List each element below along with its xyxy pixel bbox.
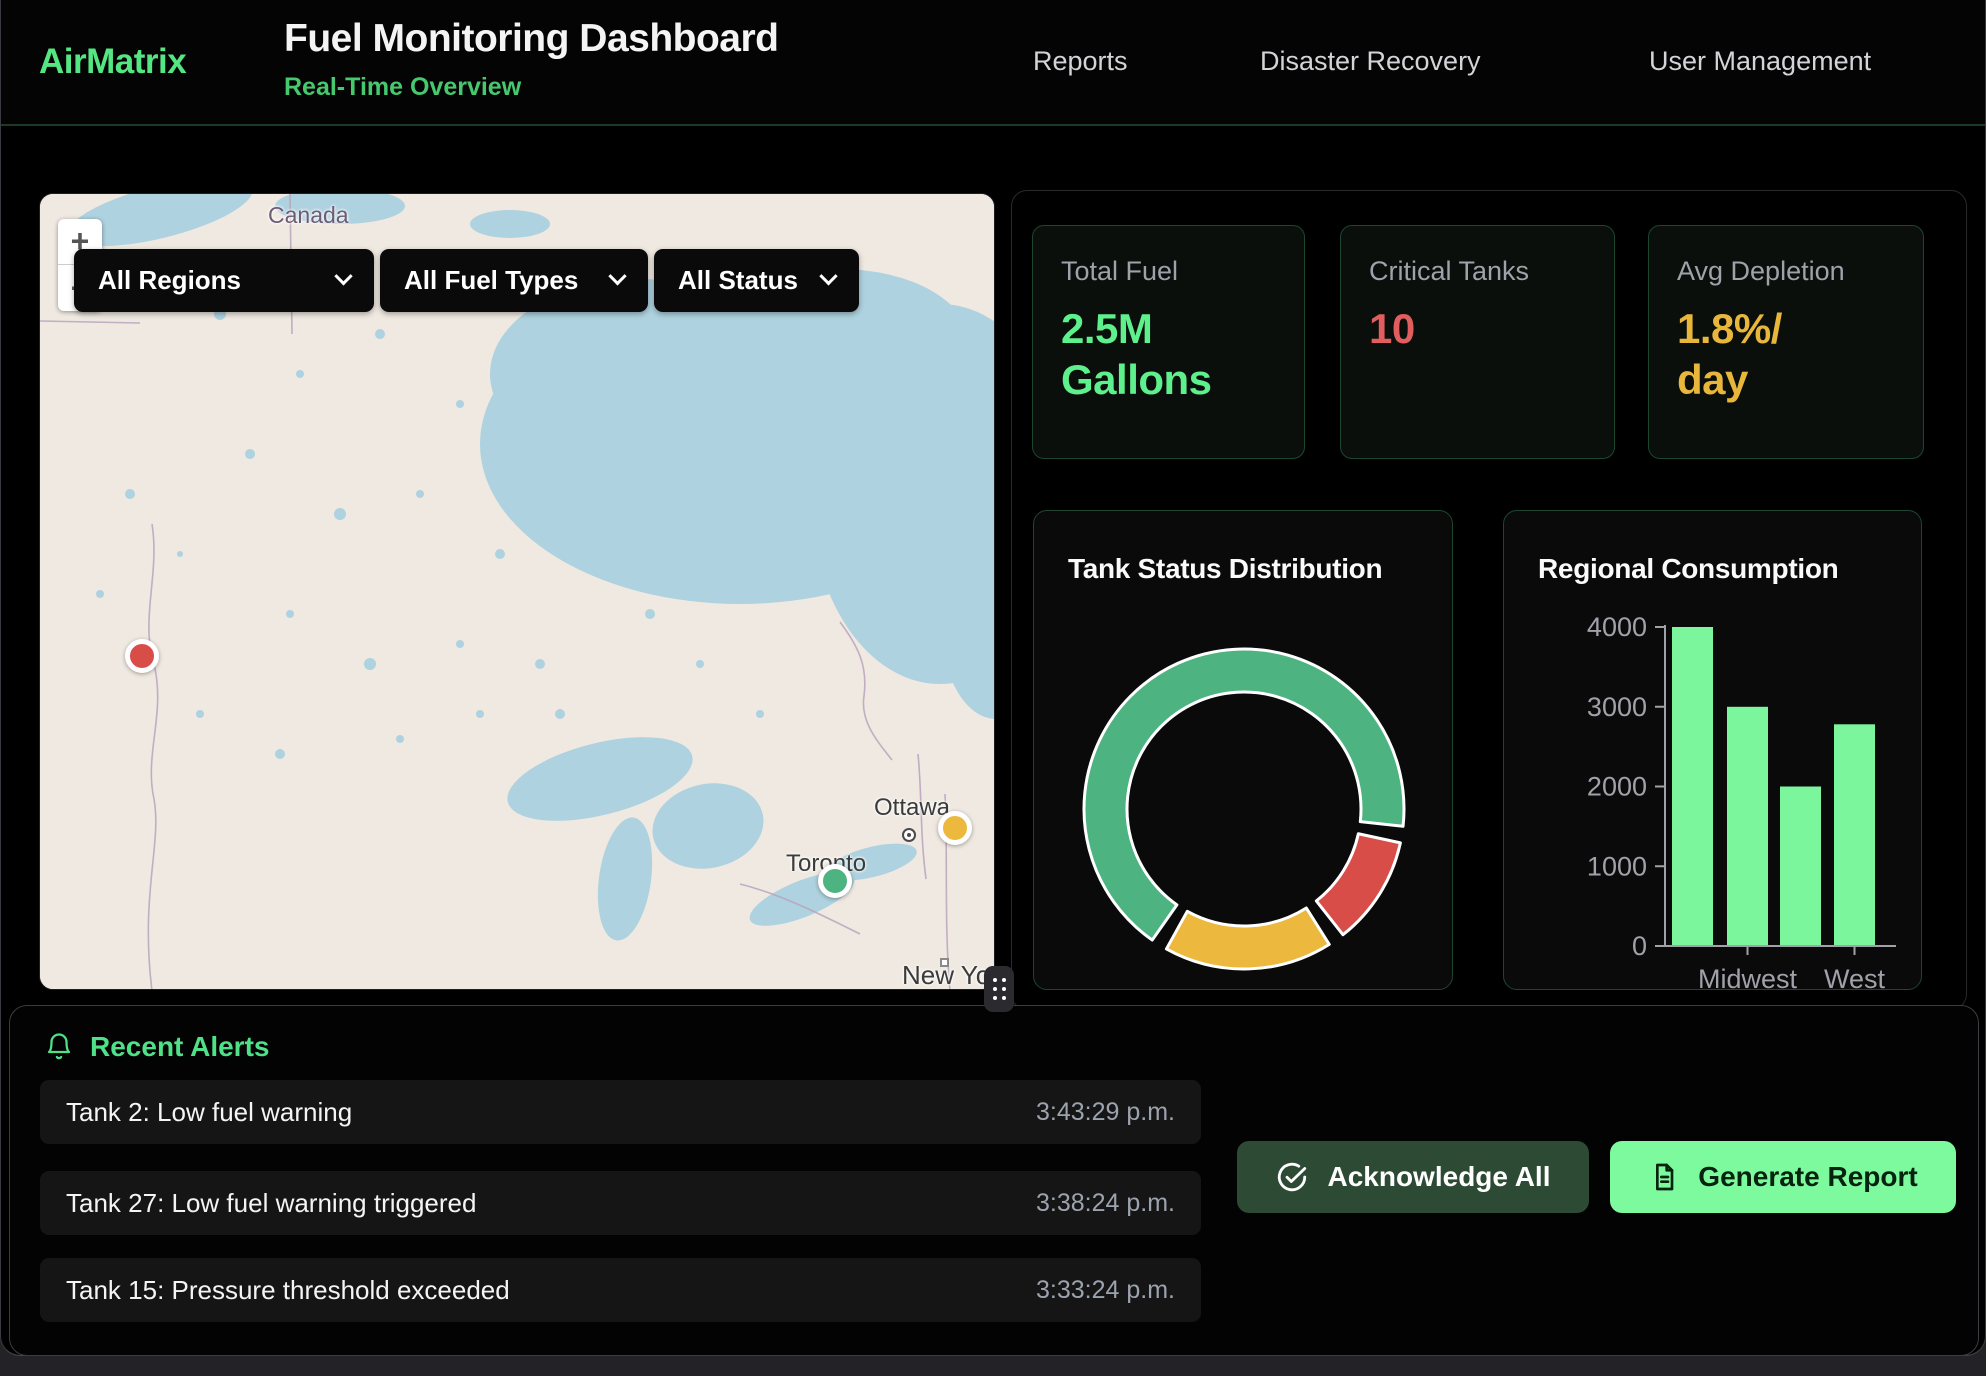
stat-value: 2.5M Gallons (1061, 303, 1276, 405)
tank-marker-critical[interactable] (125, 639, 159, 673)
bar-0 (1672, 627, 1713, 946)
tank-marker-normal[interactable] (818, 864, 852, 898)
chart-title: Tank Status Distribution (1068, 553, 1382, 585)
regions-filter-dropdown[interactable]: All Regions (74, 249, 374, 312)
alerts-header: Recent Alerts (44, 1031, 269, 1063)
alert-text: Tank 2: Low fuel warning (66, 1097, 352, 1128)
resize-grip-handle[interactable] (984, 966, 1014, 1012)
chevron-down-icon (608, 267, 626, 285)
svg-text:3000: 3000 (1587, 692, 1647, 722)
alerts-title: Recent Alerts (90, 1031, 269, 1063)
map-label-ottawa: Ottawa (874, 794, 950, 822)
stat-card-total-fuel: Total Fuel 2.5M Gallons (1032, 225, 1305, 459)
brand-logo: AirMatrix (39, 42, 186, 82)
svg-text:West: West (1824, 964, 1886, 991)
recent-alerts-panel: Recent Alerts Tank 2: Low fuel warning 3… (9, 1005, 1979, 1356)
regional-consumption-card: Regional Consumption 01000200030004000Mi… (1503, 510, 1922, 990)
generate-report-button[interactable]: Generate Report (1610, 1141, 1956, 1213)
regions-filter-value: All Regions (98, 265, 241, 296)
ottawa-city-dot (902, 828, 916, 842)
svg-text:1000: 1000 (1587, 851, 1647, 881)
page-subtitle: Real-Time Overview (284, 73, 521, 102)
alert-row[interactable]: Tank 27: Low fuel warning triggered 3:38… (40, 1171, 1201, 1235)
app-container: AirMatrix Fuel Monitoring Dashboard Real… (0, 0, 1986, 1356)
document-icon (1648, 1161, 1680, 1193)
nav-reports[interactable]: Reports (1033, 46, 1128, 77)
status-filter-value: All Status (678, 265, 798, 296)
stat-label: Avg Depletion (1677, 256, 1895, 287)
stat-label: Critical Tanks (1369, 256, 1586, 287)
new-york-city-square (940, 958, 949, 967)
map-label-canada: Canada (268, 202, 349, 229)
fuel-type-filter-dropdown[interactable]: All Fuel Types (380, 249, 648, 312)
tank-status-distribution-card: Tank Status Distribution (1033, 510, 1453, 990)
fuel-type-filter-value: All Fuel Types (404, 265, 578, 296)
dashboard: AirMatrix Fuel Monitoring Dashboard Real… (0, 0, 1986, 1376)
stat-card-avg-depletion: Avg Depletion 1.8%/ day (1648, 225, 1924, 459)
donut-segment-warning (1166, 908, 1329, 969)
alert-text: Tank 15: Pressure threshold exceeded (66, 1275, 510, 1306)
check-circle-icon (1275, 1160, 1309, 1194)
nav-disaster-recovery[interactable]: Disaster Recovery (1260, 46, 1481, 77)
acknowledge-all-button[interactable]: Acknowledge All (1237, 1141, 1589, 1213)
map-canvas[interactable]: Canada Ottawa Toronto New York + − All R… (39, 193, 995, 990)
stat-label: Total Fuel (1061, 256, 1276, 287)
page-title: Fuel Monitoring Dashboard (284, 17, 778, 61)
alert-timestamp: 3:38:24 p.m. (1036, 1189, 1175, 1218)
bar-1 (1727, 707, 1768, 946)
svg-text:0: 0 (1632, 931, 1647, 961)
status-filter-dropdown[interactable]: All Status (654, 249, 859, 312)
stat-value: 1.8%/ day (1677, 303, 1895, 405)
alert-timestamp: 3:33:24 p.m. (1036, 1276, 1175, 1305)
chevron-down-icon (819, 267, 837, 285)
bar-2 (1780, 787, 1821, 947)
stat-value: 10 (1369, 303, 1586, 354)
svg-text:4000: 4000 (1587, 612, 1647, 642)
donut-chart (1074, 639, 1414, 979)
stat-card-critical-tanks: Critical Tanks 10 (1340, 225, 1615, 459)
alert-row[interactable]: Tank 15: Pressure threshold exceeded 3:3… (40, 1258, 1201, 1322)
chevron-down-icon (334, 267, 352, 285)
svg-text:Midwest: Midwest (1698, 964, 1798, 991)
alert-text: Tank 27: Low fuel warning triggered (66, 1188, 476, 1219)
header: AirMatrix Fuel Monitoring Dashboard Real… (1, 0, 1985, 126)
alert-row[interactable]: Tank 2: Low fuel warning 3:43:29 p.m. (40, 1080, 1201, 1144)
donut-segment-critical (1316, 834, 1400, 935)
bar-3 (1834, 724, 1875, 946)
bell-icon (44, 1032, 74, 1062)
tank-marker-warning[interactable] (938, 811, 972, 845)
bar-chart: 0 1000 2000 3000 4000 Midwest West (1504, 511, 1923, 991)
svg-text:2000: 2000 (1587, 772, 1647, 802)
nav-user-management[interactable]: User Management (1649, 46, 1871, 77)
alert-timestamp: 3:43:29 p.m. (1036, 1098, 1175, 1127)
